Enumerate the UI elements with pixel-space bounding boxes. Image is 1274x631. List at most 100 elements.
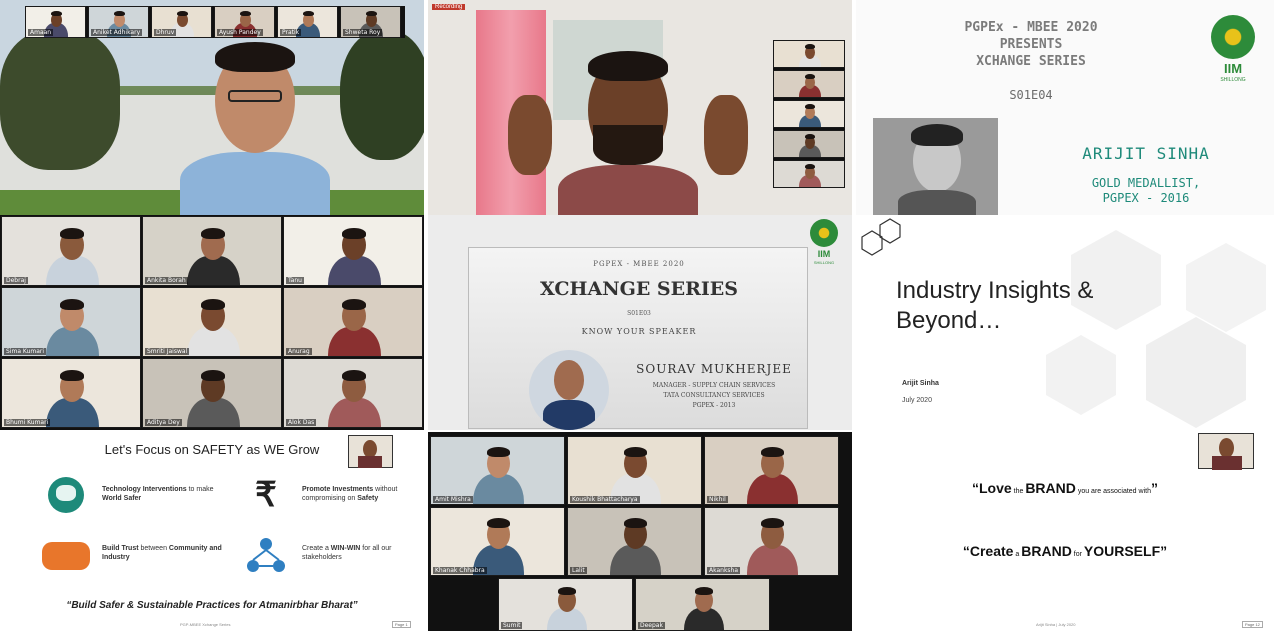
participant-tile[interactable]: Nikhil [704, 436, 839, 505]
slide-line3: XCHANGE SERIES [976, 54, 1086, 69]
safety-slide: Let's Focus on SAFETY as WE Grow Technol… [0, 432, 424, 631]
participant-strip: Amaan Aniket Adhikary Dhruv Ayush Pandey… [25, 6, 405, 38]
participant-tile[interactable]: Aditya Dey [142, 358, 282, 428]
participant-tile[interactable]: Dhruv [151, 6, 212, 38]
insights-title1: Industry Insights & [896, 277, 1094, 304]
participant-tile[interactable]: Deepak [635, 578, 770, 631]
safety-item: Build Trust between Community and Indust… [40, 536, 230, 580]
participant-name: Deepak [638, 622, 665, 629]
participant-tile[interactable] [773, 130, 845, 158]
participant-name: Ankita Borah [145, 277, 188, 284]
participant-name: Bhumi Kumari [4, 419, 51, 426]
safety-footer: “Build Safer & Sustainable Practices for… [66, 600, 358, 611]
participant-tile[interactable]: Pratik [277, 6, 338, 38]
globe-icon [40, 477, 92, 517]
participant-grid-2: Amit Mishra Koushik Bhattacharya Nikhil … [428, 432, 852, 631]
safety-item: Create a WIN-WIN for all our stakeholder… [240, 536, 424, 580]
participant-name: Khanak Chhabra [433, 567, 487, 574]
network-icon [240, 536, 292, 576]
participant-tile[interactable] [773, 70, 845, 98]
slide-line1: PGPEx - MBEE 2020 [964, 20, 1098, 35]
participant-name: Alok Das [286, 419, 317, 426]
participant-tile[interactable]: Koushik Bhattacharya [567, 436, 702, 505]
participant-tile[interactable]: Ankita Borah [142, 216, 282, 286]
participant-name: Aditya Dey [145, 419, 182, 426]
participant-name: Nikhil [707, 496, 728, 503]
participant-tile[interactable]: Alok Das [283, 358, 423, 428]
safety-item: ₹ Promote Investments without compromisin… [240, 477, 424, 521]
participant-tile[interactable]: Ayush Pandey [214, 6, 275, 38]
speaker-photo [873, 118, 998, 215]
participant-name: Anurag [286, 348, 312, 355]
speaker2-figure [508, 45, 748, 215]
participant-name: Dhruv [154, 29, 177, 36]
participant-tile[interactable]: Amit Mishra [430, 436, 565, 505]
safety-item-text: Technology Interventions to make World S… [102, 486, 214, 502]
safety-thumb [348, 435, 393, 468]
iim-logo: IIM SHILLONG [1201, 15, 1265, 95]
participant-tile[interactable]: Sumit [498, 578, 633, 631]
participant-name: Koushik Bhattacharya [570, 496, 640, 503]
safety-foot-small: PGP-MBEE Xchange Series [180, 622, 231, 627]
quotes-slide: “Love the BRAND you are associated with”… [856, 432, 1274, 631]
safety-page: Page 1 [392, 621, 411, 628]
participant-tile[interactable]: Lalit [567, 507, 702, 576]
banner-panel: PGPEX - MBEE 2020 XCHANGE SERIES S01E03 … [428, 215, 852, 430]
safety-item-text: Promote Investments without compromising… [302, 486, 398, 502]
participant-tile[interactable]: Amaan [25, 6, 86, 38]
participant-name: Smriti Jaiswal [145, 348, 190, 355]
safety-item: Technology Interventions to make World S… [40, 477, 230, 521]
participant-tile[interactable]: Anurag [283, 287, 423, 357]
participant-name: Shweta Roy [343, 29, 383, 36]
participant-grid-1: Debraj Ankita Borah Tanu Sima Kumari Smr… [0, 215, 424, 430]
banner-photo [529, 350, 609, 430]
participant-name: Sumit [501, 622, 523, 629]
banner-logo: IIM SHILLONG [806, 219, 842, 269]
participant-tile[interactable]: Shweta Roy [340, 6, 401, 38]
participant-tile[interactable]: Aniket Adhikary [88, 6, 149, 38]
recording-badge: Recording [432, 4, 466, 10]
slide-speaker-name: ARIJIT SINHA [1082, 144, 1210, 163]
banner: PGPEX - MBEE 2020 XCHANGE SERIES S01E03 … [468, 247, 808, 430]
participant-name: Tanu [286, 277, 304, 284]
insights-author: Arijit Sinha [902, 380, 939, 387]
speaker-figure [170, 42, 340, 215]
tree-left [0, 30, 120, 170]
video-speaker-main[interactable]: Amaan Aniket Adhikary Dhruv Ayush Pandey… [0, 0, 424, 215]
participant-tile[interactable] [773, 160, 845, 188]
insights-date: July 2020 [902, 397, 932, 404]
participant-name: Amaan [28, 29, 54, 36]
participant-name: Amit Mishra [433, 496, 473, 503]
slide-episode: S01E04 [1009, 88, 1053, 102]
participant-name: Aniket Adhikary [91, 29, 143, 36]
participant-tile[interactable]: Khanak Chhabra [430, 507, 565, 576]
participant-name: Akanksha [707, 567, 741, 574]
participant-tile[interactable] [773, 100, 845, 128]
participant-tile[interactable] [773, 40, 845, 68]
participant-tile[interactable]: Akanksha [704, 507, 839, 576]
quotes-thumb [1198, 433, 1254, 470]
side-participant-strip [773, 40, 845, 188]
participant-name: Lalit [570, 567, 587, 574]
video-speaker-second[interactable]: Recording [428, 0, 852, 215]
quotes-page: Page 12 [1242, 621, 1263, 628]
participant-name: Sima Kumari [4, 348, 46, 355]
participant-tile[interactable]: Debraj [1, 216, 141, 286]
title-slide: PGPEx - MBEE 2020 PRESENTS XCHANGE SERIE… [856, 0, 1274, 215]
participant-tile[interactable]: Tanu [283, 216, 423, 286]
participant-tile[interactable]: Smriti Jaiswal [142, 287, 282, 357]
participant-tile[interactable]: Sima Kumari [1, 287, 141, 357]
insights-slide: Industry Insights & Beyond… Arijit Sinha… [856, 215, 1274, 430]
tree-right [340, 30, 424, 160]
participant-name: Debraj [4, 277, 28, 284]
participant-tile[interactable]: Bhumi Kumari [1, 358, 141, 428]
safety-item-text: Create a WIN-WIN for all our stakeholder… [302, 545, 392, 561]
quote-create: “Create a BRAND for YOURSELF” [962, 543, 1168, 559]
rupee-icon: ₹ [255, 476, 277, 514]
participant-name: Pratik [280, 29, 302, 36]
participant-name: Ayush Pandey [217, 29, 263, 36]
insights-title2: Beyond… [896, 307, 1002, 334]
safety-item-text: Build Trust between Community and Indust… [102, 545, 222, 561]
slide-line2: PRESENTS [999, 37, 1063, 52]
handshake-icon [40, 536, 92, 576]
